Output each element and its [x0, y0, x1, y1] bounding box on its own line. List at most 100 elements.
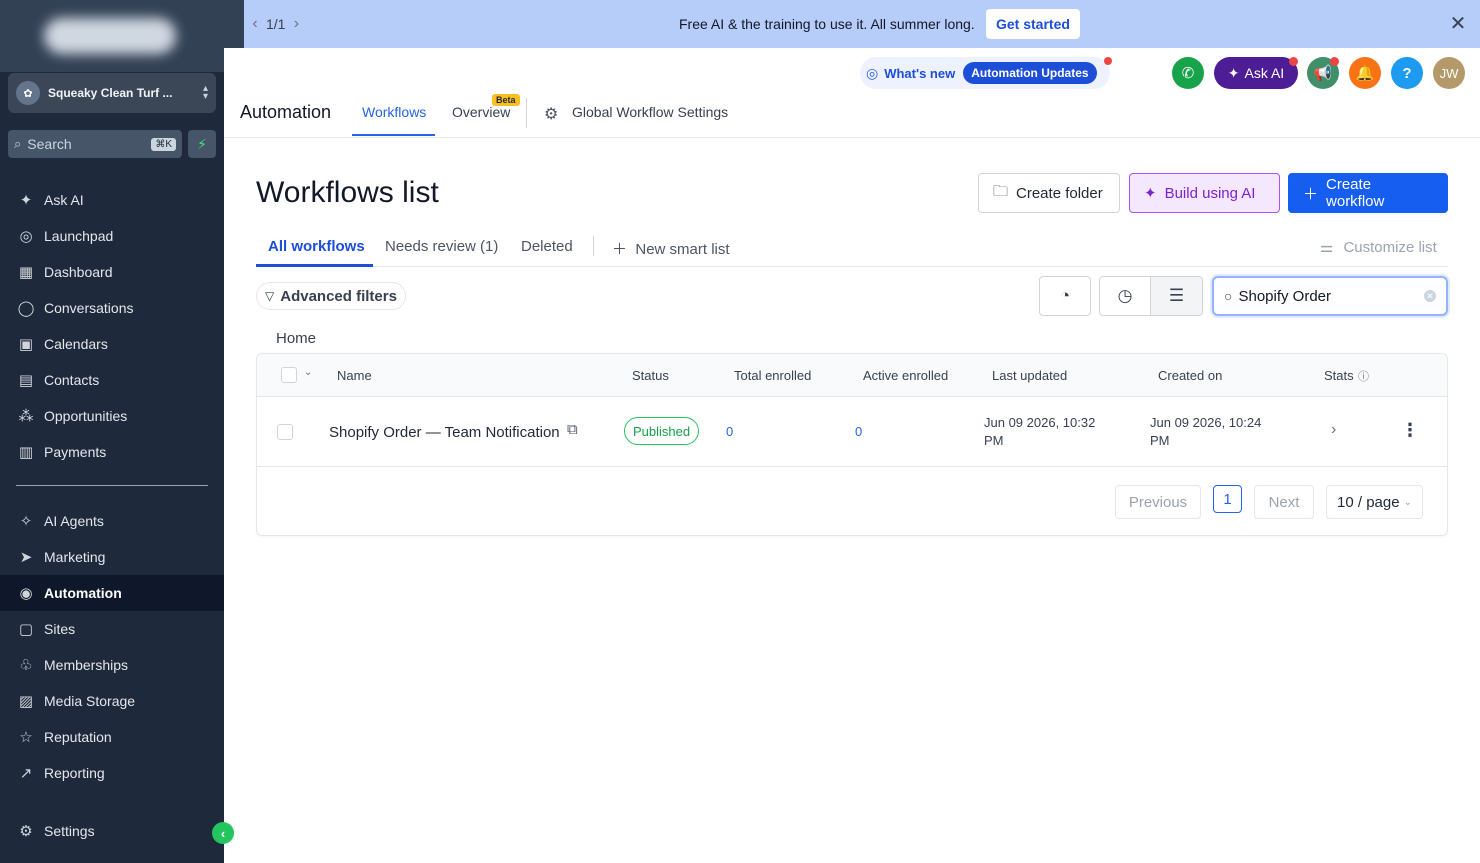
contacts-icon: ▤ — [18, 372, 34, 389]
tab-overview[interactable]: Overview — [452, 104, 510, 120]
column-name[interactable]: Name — [337, 368, 372, 383]
tab-divider — [526, 98, 527, 128]
sidebar-item-reputation[interactable]: ☆ Reputation — [0, 719, 224, 755]
search-icon: ○ — [1224, 288, 1233, 304]
phone-icon[interactable]: ✆ — [1172, 57, 1204, 89]
banner-pager: ‹ 1/1 › — [244, 0, 307, 48]
sidebar-item-calendars[interactable]: ▣ Calendars — [0, 326, 224, 362]
sidebar-item-conversations[interactable]: ◯ Conversations — [0, 290, 224, 326]
sidebar-item-marketing[interactable]: ➤ Marketing — [0, 539, 224, 575]
list-view-icon[interactable]: ☰ — [1150, 276, 1203, 316]
page-size-select[interactable]: 10 / page ⌄ — [1326, 485, 1423, 519]
workflow-name-link[interactable]: Shopify Order — Team Notification — [329, 424, 560, 441]
advanced-filters-button[interactable]: ▽ Advanced filters — [256, 282, 406, 310]
megaphone-icon[interactable]: 📢 — [1307, 57, 1339, 89]
breadcrumb[interactable]: Home — [276, 330, 316, 347]
sidebar-item-settings[interactable]: ⚙ Settings — [0, 813, 224, 849]
banner-text: Free AI & the training to use it. All su… — [679, 16, 975, 32]
more-options-icon[interactable]: ⋮ — [1401, 420, 1419, 441]
chevron-down-icon[interactable]: ⌄ — [304, 367, 312, 378]
close-icon[interactable]: ✕ — [1446, 12, 1470, 36]
sparkle-icon: ✧ — [19, 513, 33, 530]
page-section-title: Automation — [240, 102, 332, 122]
create-workflow-button[interactable]: ＋ Create workflow — [1288, 173, 1448, 213]
network-icon: ⁂ — [18, 408, 34, 425]
globe-icon: ▢ — [18, 621, 34, 638]
top-header: ◎ What's new Automation Updates ✆ ✦ Ask … — [224, 48, 1480, 138]
next-page-button[interactable]: Next — [1254, 485, 1314, 519]
get-started-button[interactable]: Get started — [986, 9, 1080, 39]
automation-icon: ◉ — [19, 585, 33, 602]
chevron-right-icon[interactable]: › — [285, 15, 307, 33]
membership-icon: ♧ — [19, 657, 33, 674]
search-value: Shopify Order — [1238, 287, 1332, 305]
ask-ai-button[interactable]: ✦ Ask AI — [1214, 57, 1298, 89]
tab-deleted[interactable]: Deleted — [521, 238, 573, 255]
page-1-button[interactable]: 1 — [1213, 485, 1242, 513]
build-using-ai-button[interactable]: ✦ Build using AI — [1129, 173, 1280, 213]
tab-global-workflow-settings[interactable]: Global Workflow Settings — [572, 104, 728, 120]
clock-icon[interactable]: ◷ — [1099, 276, 1151, 316]
info-icon[interactable]: ⓘ — [1358, 368, 1369, 384]
previous-page-button[interactable]: Previous — [1115, 485, 1201, 519]
select-all-checkbox[interactable] — [281, 367, 297, 383]
send-icon: ➤ — [19, 549, 33, 566]
trend-icon: ↗ — [19, 765, 33, 782]
chevron-left-icon[interactable]: ‹ — [244, 15, 266, 33]
chevron-right-icon[interactable]: › — [1331, 421, 1336, 439]
sidebar-item-sites[interactable]: ▢ Sites — [0, 611, 224, 647]
news-icon: ◎ — [866, 64, 879, 81]
tab-workflows[interactable]: Workflows — [362, 104, 426, 120]
table-row[interactable]: Shopify Order — Team Notification ⧉ Publ… — [257, 397, 1447, 467]
receipt-icon: ▥ — [18, 444, 34, 461]
automation-updates-pill: Automation Updates — [963, 62, 1097, 84]
clear-search-icon[interactable]: ✕ — [1424, 290, 1436, 302]
search-shortcut: ⌘K — [151, 137, 176, 151]
sidebar-item-media-storage[interactable]: ▨ Media Storage — [0, 683, 224, 719]
customize-list-button[interactable]: ⚌ Customize list — [1320, 238, 1437, 257]
collapse-sidebar-chevron-icon[interactable]: ‹ — [212, 822, 234, 844]
sidebar-item-launchpad[interactable]: ◎ Launchpad — [0, 218, 224, 254]
workflow-search-input[interactable]: ○ Shopify Order ✕ — [1212, 276, 1448, 316]
column-status[interactable]: Status — [632, 368, 669, 383]
sidebar-item-dashboard[interactable]: ▦ Dashboard — [0, 254, 224, 290]
bell-icon[interactable]: 🔔 — [1349, 57, 1381, 89]
status-badge: Published — [624, 417, 700, 445]
company-logo[interactable] — [0, 0, 244, 72]
sidebar-search[interactable]: ⌕ Search ⌘K — [8, 130, 182, 158]
sidebar-item-automation[interactable]: ◉ Automation — [0, 575, 224, 611]
filter-icon: ▽ — [265, 289, 275, 303]
total-enrolled-count[interactable]: 0 — [726, 424, 733, 439]
column-last-updated[interactable]: Last updated — [992, 368, 1067, 383]
tab-needs-review[interactable]: Needs review (1) — [385, 238, 498, 255]
sidebar-item-reporting[interactable]: ↗ Reporting — [0, 755, 224, 791]
table-header: ⌄ Name Status Total enrolled Active enro… — [257, 354, 1447, 397]
chevron-updown-icon: ▴ ▾ — [202, 83, 208, 102]
help-icon[interactable]: ? — [1391, 57, 1423, 89]
external-link-icon[interactable]: ⧉ — [567, 421, 578, 438]
whats-new-button[interactable]: ◎ What's new Automation Updates — [860, 57, 1112, 89]
sidebar-item-ai-agents[interactable]: ✧ AI Agents — [0, 503, 224, 539]
column-created-on[interactable]: Created on — [1158, 368, 1222, 383]
tab-all-workflows[interactable]: All workflows — [268, 238, 365, 255]
plus-icon: ＋ — [1303, 185, 1319, 203]
history-icon[interactable]: ◔ — [1039, 276, 1091, 316]
column-stats[interactable]: Stats — [1324, 368, 1354, 383]
sidebar-item-payments[interactable]: ▥ Payments — [0, 434, 224, 470]
notification-dot — [1104, 57, 1112, 65]
quick-action-bolt-icon[interactable]: ⚡ — [188, 130, 216, 158]
account-switcher[interactable]: ✿ Squeaky Clean Turf ... ▴ ▾ — [8, 73, 216, 113]
create-folder-button[interactable]: 🗀 Create folder — [978, 173, 1120, 213]
account-icon: ✿ — [16, 81, 40, 105]
column-active-enrolled[interactable]: Active enrolled — [863, 368, 948, 383]
new-smart-list-button[interactable]: ＋ New smart list — [612, 238, 730, 259]
sidebar-item-opportunities[interactable]: ⁂ Opportunities — [0, 398, 224, 434]
column-total-enrolled[interactable]: Total enrolled — [734, 368, 811, 383]
rocket-icon: ◎ — [19, 228, 33, 245]
user-avatar[interactable]: JW — [1433, 57, 1465, 89]
sidebar-item-ask-ai[interactable]: ✦ Ask AI — [0, 182, 224, 218]
row-checkbox[interactable] — [277, 424, 293, 440]
sidebar-item-contacts[interactable]: ▤ Contacts — [0, 362, 224, 398]
active-enrolled-count[interactable]: 0 — [855, 424, 862, 439]
sidebar-item-memberships[interactable]: ♧ Memberships — [0, 647, 224, 683]
